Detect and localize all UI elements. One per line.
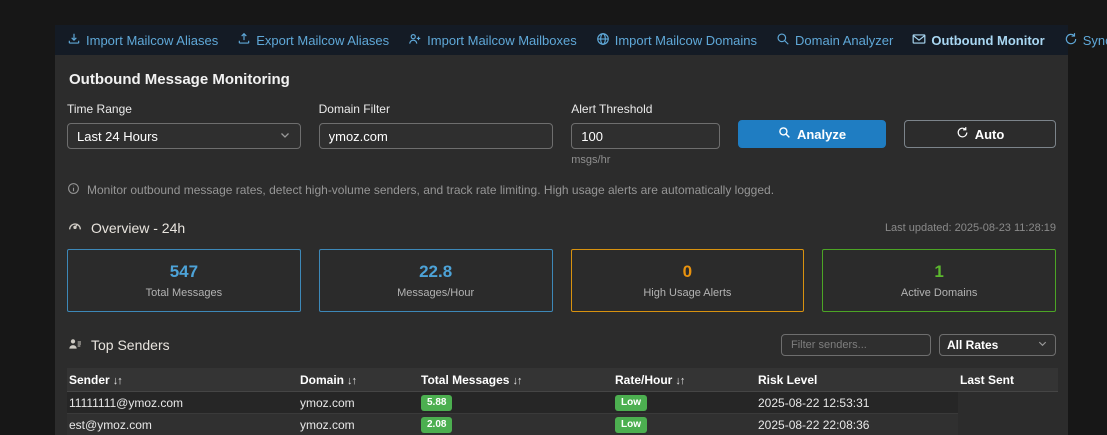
overview-cards: 547 Total Messages 22.8 Messages/Hour 0 … (67, 249, 1056, 312)
nav-import-mailcow-domains[interactable]: Import Mailcow Domains (596, 32, 757, 49)
column-header-domain[interactable]: Domain↓↑ (298, 373, 419, 387)
top-senders-header: Top Senders All Rates (67, 334, 1056, 356)
top-senders-table: Sender↓↑ Domain↓↑ Total Messages↓↑ Rate/… (67, 368, 1056, 435)
nav-outbound-monitor[interactable]: Outbound Monitor (912, 32, 1044, 49)
stat-value: 1 (934, 262, 943, 282)
chevron-down-icon (1037, 338, 1048, 352)
sort-icon: ↓↑ (347, 375, 356, 387)
sort-icon: ↓↑ (675, 375, 684, 387)
domain-cell: ymoz.com (298, 418, 419, 432)
column-header-sender[interactable]: Sender↓↑ (67, 373, 298, 387)
auto-button[interactable]: Auto (904, 120, 1056, 148)
total-messages-badge: 5.88 (421, 395, 452, 411)
stat-label: High Usage Alerts (643, 287, 731, 299)
table-row: est@ymoz.com ymoz.com 2.08 Low 2025-08-2… (67, 414, 958, 435)
analyze-button-label: Analyze (797, 127, 846, 142)
stat-value: 22.8 (419, 262, 452, 282)
people-icon (67, 336, 83, 355)
stat-value: 0 (683, 262, 692, 282)
stat-label: Messages/Hour (397, 287, 474, 299)
rate-badge: Low (615, 395, 647, 411)
alert-threshold-input[interactable] (571, 123, 720, 149)
rates-filter-value: All Rates (947, 338, 998, 352)
domain-cell: ymoz.com (298, 396, 419, 410)
column-header-total-messages[interactable]: Total Messages↓↑ (419, 373, 613, 387)
envelope-icon (912, 32, 926, 49)
total-messages-badge: 2.08 (421, 417, 452, 433)
risk-level-cell: 2025-08-22 12:53:31 (756, 396, 958, 410)
sort-icon: ↓↑ (512, 375, 521, 387)
table-row: 11111111@ymoz.com ymoz.com 5.88 Low 2025… (67, 392, 958, 414)
chevron-down-icon (279, 129, 291, 144)
monitor-form: Time Range Last 24 Hours Domain Filter A… (67, 102, 1056, 166)
upload-icon (237, 32, 251, 49)
stat-label: Active Domains (901, 287, 977, 299)
search-icon (778, 126, 791, 142)
nav-item-label: Import Mailcow Aliases (86, 33, 218, 48)
sender-cell: est@ymoz.com (67, 418, 298, 432)
nav-sync-manager[interactable]: Sync Manager (1064, 32, 1107, 49)
info-banner: Monitor outbound message rates, detect h… (67, 182, 1056, 198)
overview-title: Overview - 24h (91, 220, 185, 236)
top-senders-title: Top Senders (91, 337, 170, 353)
stat-value: 547 (170, 262, 198, 282)
overview-header: Overview - 24h Last updated: 2025-08-23 … (67, 218, 1056, 237)
alert-threshold-unit: msgs/hr (571, 154, 720, 166)
outbound-monitor-panel: Outbound Message Monitoring Time Range L… (55, 55, 1068, 435)
table-header-row: Sender↓↑ Domain↓↑ Total Messages↓↑ Rate/… (67, 368, 1058, 392)
nav-item-label: Import Mailcow Domains (615, 33, 757, 48)
stat-card-active-domains: 1 Active Domains (822, 249, 1056, 312)
rate-badge: Low (615, 417, 647, 433)
stat-card-total-messages: 547 Total Messages (67, 249, 301, 312)
main-container: Import Mailcow Aliases Export Mailcow Al… (55, 25, 1068, 435)
sort-icon: ↓↑ (113, 375, 122, 387)
auto-button-label: Auto (975, 127, 1005, 142)
stat-card-high-usage-alerts: 0 High Usage Alerts (571, 249, 805, 312)
analyze-button[interactable]: Analyze (738, 120, 886, 148)
last-updated: Last updated: 2025-08-23 11:28:19 (885, 222, 1056, 234)
domain-filter-label: Domain Filter (319, 102, 554, 116)
globe-icon (596, 32, 610, 49)
column-header-risk-level: Risk Level (756, 373, 958, 387)
nav-item-label: Domain Analyzer (795, 33, 893, 48)
nav-item-label: Outbound Monitor (931, 33, 1044, 48)
rates-filter-select[interactable]: All Rates (939, 334, 1056, 356)
column-header-rate-hour[interactable]: Rate/Hour↓↑ (613, 373, 756, 387)
filter-senders-input[interactable] (781, 334, 931, 356)
domain-filter-input[interactable] (319, 123, 554, 149)
sender-cell: 11111111@ymoz.com (67, 396, 298, 410)
nav-item-label: Sync Manager (1083, 33, 1107, 48)
info-icon (67, 182, 80, 198)
stat-card-messages-hour: 22.8 Messages/Hour (319, 249, 553, 312)
time-range-value: Last 24 Hours (77, 129, 158, 144)
refresh-icon (956, 126, 969, 142)
person-plus-icon (408, 32, 422, 49)
page-title: Outbound Message Monitoring (69, 71, 1058, 88)
top-navbar: Import Mailcow Aliases Export Mailcow Al… (55, 25, 1068, 55)
nav-import-mailcow-mailboxes[interactable]: Import Mailcow Mailboxes (408, 32, 577, 49)
sync-icon (1064, 32, 1078, 49)
stat-label: Total Messages (146, 287, 222, 299)
time-range-select[interactable]: Last 24 Hours (67, 123, 301, 149)
search-icon (776, 32, 790, 49)
nav-domain-analyzer[interactable]: Domain Analyzer (776, 32, 893, 49)
alert-threshold-label: Alert Threshold (571, 102, 720, 116)
gauge-icon (67, 218, 83, 237)
info-text: Monitor outbound message rates, detect h… (87, 183, 774, 197)
risk-level-cell: 2025-08-22 22:08:36 (756, 418, 958, 432)
time-range-label: Time Range (67, 102, 301, 116)
nav-export-mailcow-aliases[interactable]: Export Mailcow Aliases (237, 32, 389, 49)
column-header-last-sent: Last Sent (958, 373, 1058, 387)
nav-item-label: Import Mailcow Mailboxes (427, 33, 577, 48)
nav-item-label: Export Mailcow Aliases (256, 33, 389, 48)
download-icon (67, 32, 81, 49)
nav-import-mailcow-aliases[interactable]: Import Mailcow Aliases (67, 32, 218, 49)
